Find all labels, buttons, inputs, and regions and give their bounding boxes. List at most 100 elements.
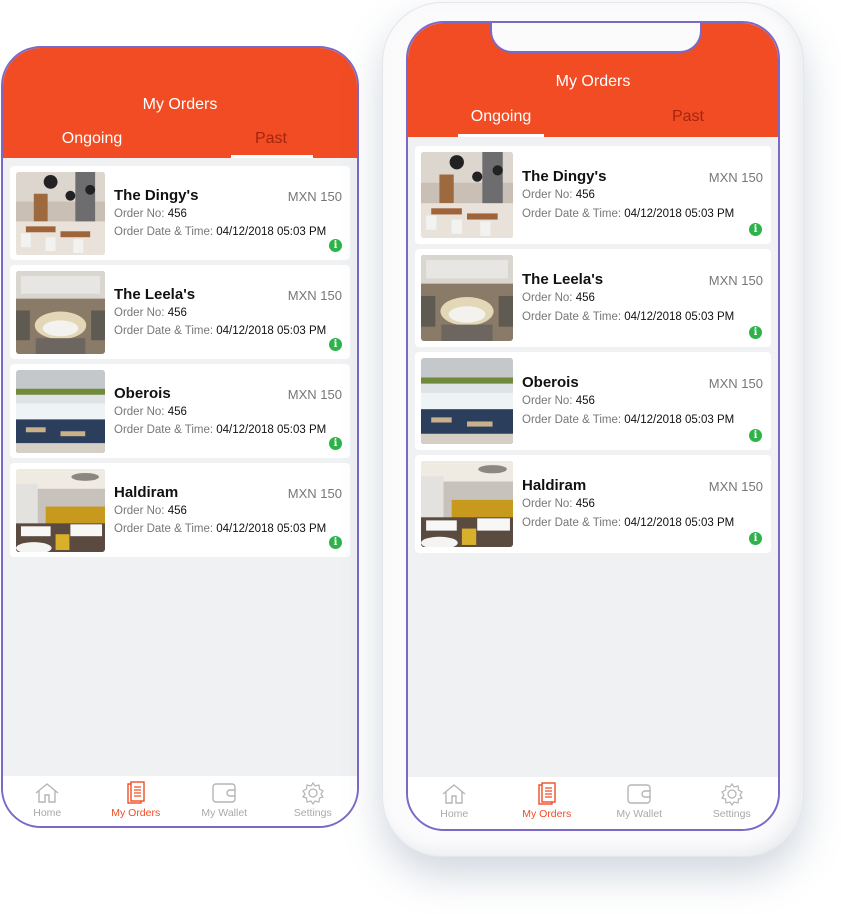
restaurant-name: Oberois <box>114 385 171 402</box>
phone-screen-past: My Orders Ongoing Past The Dingy's MXN 1… <box>1 46 359 828</box>
wallet-icon <box>627 784 651 804</box>
orders-list: The Dingy's MXN 150 Order No: 456 Order … <box>408 146 778 558</box>
restaurant-name: Oberois <box>522 374 579 391</box>
tabbar-settings[interactable]: Settings <box>692 782 772 829</box>
active-tab-indicator <box>458 134 544 137</box>
order-card[interactable]: Oberois MXN 150 Order No: 456 Order Date… <box>10 364 350 458</box>
order-number-label: Order No: <box>522 395 573 407</box>
order-datetime: Order Date & Time: 04/12/2018 05:03 PM <box>114 226 326 238</box>
order-datetime: Order Date & Time: 04/12/2018 05:03 PM <box>522 311 734 323</box>
order-datetime-label: Order Date & Time: <box>522 517 622 529</box>
restaurant-name: The Leela's <box>114 286 196 303</box>
order-card[interactable]: Oberois MXN 150 Order No: 456 Order Date… <box>415 352 771 450</box>
order-number: Order No: 456 <box>114 406 187 418</box>
order-number: Order No: 456 <box>522 189 595 201</box>
bottom-tab-bar: Home My Orders My Wallet Settings <box>3 776 357 826</box>
restaurant-photo <box>421 358 513 444</box>
order-number-label: Order No: <box>522 189 573 201</box>
tab-ongoing[interactable]: Ongoing <box>458 108 544 126</box>
tabbar-home[interactable]: Home <box>414 782 494 829</box>
info-icon[interactable]: i <box>749 532 762 545</box>
order-number-value: 456 <box>575 498 595 510</box>
order-card[interactable]: The Dingy's MXN 150 Order No: 456 Order … <box>10 166 350 260</box>
order-datetime: Order Date & Time: 04/12/2018 05:03 PM <box>522 517 734 529</box>
order-datetime-value: 04/12/2018 05:03 PM <box>216 325 327 337</box>
restaurant-name: The Leela's <box>522 271 604 288</box>
restaurant-name: Haldiram <box>114 484 179 501</box>
order-number-label: Order No: <box>114 208 165 220</box>
info-icon[interactable]: i <box>329 536 342 549</box>
tab-past[interactable]: Past <box>231 130 311 148</box>
order-datetime-value: 04/12/2018 05:03 PM <box>216 424 327 436</box>
active-tab-indicator <box>231 155 313 158</box>
order-price: MXN 150 <box>708 170 763 185</box>
info-icon[interactable]: i <box>749 429 762 442</box>
order-price: MXN 150 <box>287 189 342 204</box>
order-datetime-label: Order Date & Time: <box>522 208 622 220</box>
tabbar-my-wallet[interactable]: My Wallet <box>184 781 264 826</box>
tabbar-home[interactable]: Home <box>7 781 87 826</box>
order-price: MXN 150 <box>287 387 342 402</box>
tabbar-label: Home <box>440 808 469 820</box>
order-card[interactable]: Haldiram MXN 150 Order No: 456 Order Dat… <box>415 455 771 553</box>
order-card[interactable]: The Leela's MXN 150 Order No: 456 Order … <box>415 249 771 347</box>
order-datetime: Order Date & Time: 04/12/2018 05:03 PM <box>114 325 326 337</box>
order-number: Order No: 456 <box>114 307 187 319</box>
restaurant-name: The Dingy's <box>522 168 607 185</box>
order-datetime-value: 04/12/2018 05:03 PM <box>624 517 735 529</box>
tabbar-label: Settings <box>293 807 332 819</box>
order-number-label: Order No: <box>114 307 165 319</box>
info-icon[interactable]: i <box>329 437 342 450</box>
tabbar-my-orders[interactable]: My Orders <box>96 781 176 826</box>
order-card[interactable]: Haldiram MXN 150 Order No: 456 Order Dat… <box>10 463 350 557</box>
info-icon[interactable]: i <box>329 338 342 351</box>
tab-ongoing[interactable]: Ongoing <box>33 130 151 148</box>
order-price: MXN 150 <box>287 486 342 501</box>
info-icon[interactable]: i <box>749 223 762 236</box>
order-datetime-value: 04/12/2018 05:03 PM <box>624 208 735 220</box>
info-icon[interactable]: i <box>329 239 342 252</box>
info-icon[interactable]: i <box>749 326 762 339</box>
restaurant-photo <box>421 152 513 238</box>
restaurant-photo <box>16 469 105 552</box>
order-price: MXN 150 <box>708 376 763 391</box>
order-card[interactable]: The Leela's MXN 150 Order No: 456 Order … <box>10 265 350 359</box>
order-number: Order No: 456 <box>114 208 187 220</box>
order-datetime-label: Order Date & Time: <box>114 226 214 238</box>
order-number-value: 456 <box>575 395 595 407</box>
tab-past[interactable]: Past <box>644 108 732 126</box>
order-datetime-value: 04/12/2018 05:03 PM <box>216 523 327 535</box>
gear-icon <box>301 781 324 805</box>
order-datetime-label: Order Date & Time: <box>114 325 214 337</box>
order-number-value: 456 <box>575 292 595 304</box>
tabbar-label: Home <box>33 807 62 819</box>
gear-icon <box>720 782 743 806</box>
wallet-icon <box>212 783 236 803</box>
orders-icon <box>538 782 556 805</box>
order-number-value: 456 <box>167 307 187 319</box>
home-icon <box>442 784 466 804</box>
order-number-value: 456 <box>167 505 187 517</box>
order-datetime: Order Date & Time: 04/12/2018 05:03 PM <box>522 208 734 220</box>
tabbar-settings[interactable]: Settings <box>273 781 353 826</box>
order-number-value: 456 <box>167 208 187 220</box>
order-number: Order No: 456 <box>114 505 187 517</box>
order-number: Order No: 456 <box>522 395 595 407</box>
tabbar-label: Settings <box>712 808 751 820</box>
order-datetime: Order Date & Time: 04/12/2018 05:03 PM <box>522 414 734 426</box>
order-datetime-label: Order Date & Time: <box>114 523 214 535</box>
order-price: MXN 150 <box>708 273 763 288</box>
tabbar-my-orders[interactable]: My Orders <box>507 782 587 829</box>
restaurant-name: The Dingy's <box>114 187 199 204</box>
order-datetime-value: 04/12/2018 05:03 PM <box>624 414 735 426</box>
order-card[interactable]: The Dingy's MXN 150 Order No: 456 Order … <box>415 146 771 244</box>
tabbar-label: My Orders <box>522 808 572 820</box>
order-datetime: Order Date & Time: 04/12/2018 05:03 PM <box>114 523 326 535</box>
order-number-label: Order No: <box>522 498 573 510</box>
order-datetime-label: Order Date & Time: <box>522 311 622 323</box>
order-price: MXN 150 <box>287 288 342 303</box>
tabbar-my-wallet[interactable]: My Wallet <box>599 782 679 829</box>
order-number-label: Order No: <box>114 505 165 517</box>
order-datetime: Order Date & Time: 04/12/2018 05:03 PM <box>114 424 326 436</box>
order-number-value: 456 <box>167 406 187 418</box>
